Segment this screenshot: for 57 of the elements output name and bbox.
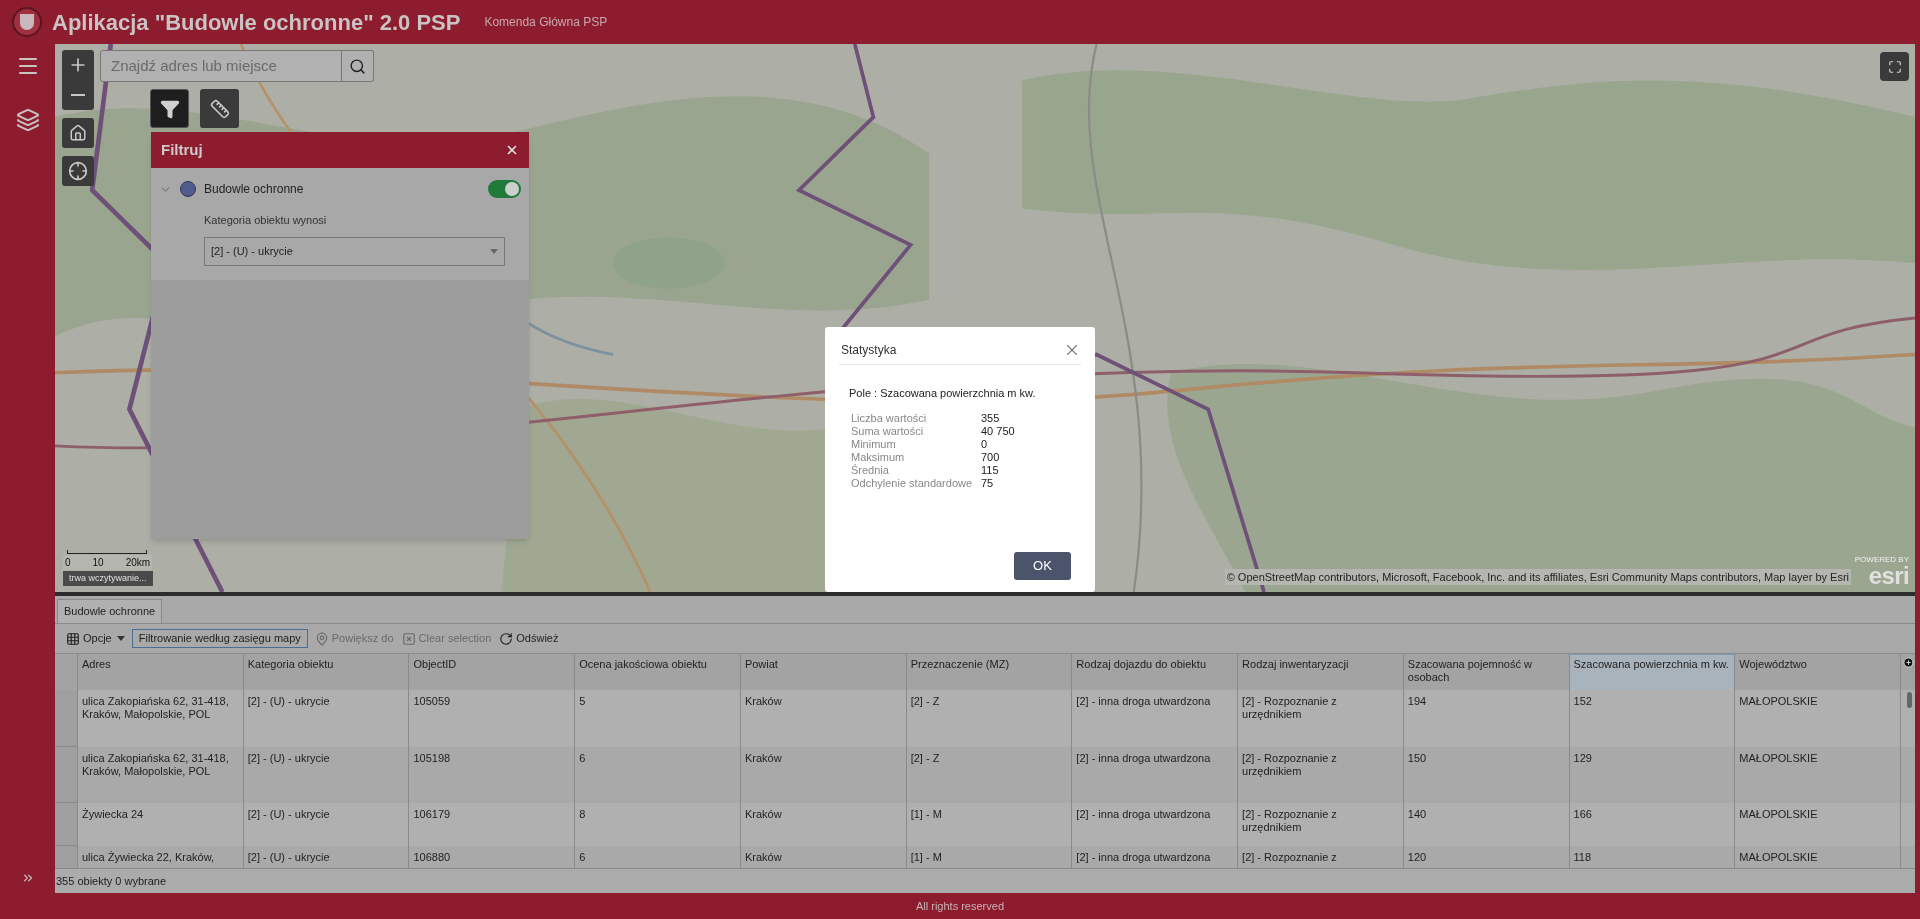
close-icon[interactable] (505, 143, 519, 157)
search-button[interactable] (342, 50, 374, 82)
add-column-icon[interactable] (1902, 657, 1914, 668)
ruler-icon (209, 98, 230, 119)
stat-value: 700 (981, 450, 1001, 464)
stat-value: 75 (981, 476, 995, 490)
condition-label: Kategoria obiektu wynosi (204, 213, 328, 228)
scale-label: 0 (65, 555, 71, 570)
stat-value: 115 (981, 463, 1000, 477)
logo-icon (12, 7, 42, 37)
ok-button[interactable]: OK (1014, 552, 1071, 580)
search-icon (349, 57, 366, 75)
panel-title: Filtruj (161, 139, 203, 160)
stat-label: Minimum (851, 437, 897, 451)
crosshair-icon (68, 161, 88, 181)
value-dropdown[interactable]: [2] - (U) - ukrycie (204, 236, 505, 266)
stat-label: Maksimum (851, 450, 906, 464)
locate-button[interactable] (62, 156, 94, 186)
stat-label: Liczba wartości (851, 411, 928, 425)
stat-value: 40 750 (981, 424, 1016, 438)
layer-symbol-icon (180, 181, 196, 197)
stat-value: 355 (981, 411, 1001, 425)
minus-icon (71, 94, 85, 96)
toolbar-button[interactable]: Odśwież (498, 629, 560, 648)
map-tool-button[interactable] (150, 89, 189, 128)
column-header[interactable]: Szacowana powierzchnia m kw. (1569, 654, 1736, 690)
clear-icon (401, 631, 416, 646)
map-tool-button[interactable] (200, 89, 239, 128)
dialog-title: Statystyka (840, 341, 897, 359)
refresh-icon (499, 631, 514, 646)
stat-label: Odchylenie standardowe (851, 476, 974, 490)
esri-logo: POWERED BY esri (1854, 556, 1909, 588)
pin-icon (314, 631, 329, 646)
grid-icon (66, 631, 80, 646)
toolbar-button[interactable]: Filtrowanie według zasięgu mapy (131, 629, 308, 648)
home-icon (69, 124, 87, 142)
fullscreen-icon (1887, 59, 1902, 74)
layer-name: Budowle ochronne (204, 181, 305, 198)
footer-text: All rights reserved (915, 898, 1004, 914)
toolbar-button[interactable]: Opcje (65, 629, 126, 648)
filter-icon (159, 98, 180, 119)
search-field[interactable]: Znajdź adres lub miejsce (100, 50, 342, 82)
layers-icon[interactable] (15, 108, 40, 132)
scale-label: 20km (125, 555, 151, 570)
scrollbar[interactable] (1907, 692, 1912, 708)
layer-toggle[interactable] (488, 180, 521, 198)
home-button[interactable] (62, 118, 94, 148)
stat-label: Średnia (851, 463, 890, 477)
scale-label: 10 (92, 555, 104, 570)
status-text: 355 obiekty 0 wybrane (55, 873, 167, 889)
app-title: Aplikacja "Budowle ochronne" 2.0 PSP (52, 8, 461, 37)
table-tab[interactable]: Budowle ochronne (57, 599, 163, 623)
field-label: Pole : Szacowana powierzchnia m kw. (848, 386, 1037, 401)
fullscreen-button[interactable] (1880, 52, 1909, 81)
stat-label: Suma wartości (851, 424, 925, 438)
stat-value: 0 (981, 437, 989, 451)
app-subtitle: Komenda Główna PSP (484, 14, 608, 31)
